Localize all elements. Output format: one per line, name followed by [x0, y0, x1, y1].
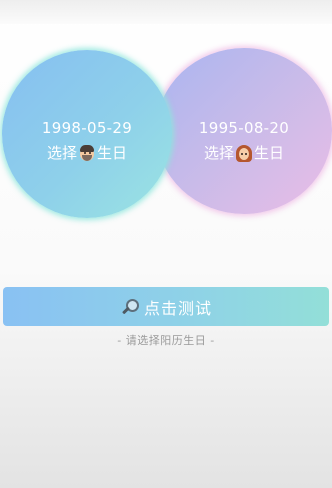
- male-prompt-suffix: 生日: [97, 144, 128, 162]
- male-birthday-picker[interactable]: 1998-05-29 选择 生日: [2, 50, 172, 218]
- male-birthday-date: 1998-05-29: [41, 119, 133, 137]
- female-birthday-prompt: 选择 生日: [156, 142, 332, 163]
- female-prompt-suffix: 生日: [254, 144, 285, 162]
- female-birthday-date: 1995-08-20: [198, 119, 290, 137]
- top-bar: [0, 0, 332, 24]
- male-prompt-prefix: 选择: [46, 144, 77, 162]
- start-test-button[interactable]: 点击测试: [3, 287, 329, 326]
- woman-emoji-icon: [235, 144, 253, 162]
- female-birthday-picker[interactable]: 1995-08-20 选择 生日: [156, 48, 332, 214]
- man-emoji-icon: [78, 144, 96, 162]
- female-prompt-prefix: 选择: [203, 144, 234, 162]
- search-icon: [120, 298, 140, 316]
- male-birthday-prompt: 选择 生日: [2, 142, 172, 163]
- solar-birthday-hint: - 请选择阳历生日 -: [117, 334, 215, 347]
- start-test-label: 点击测试: [143, 298, 212, 318]
